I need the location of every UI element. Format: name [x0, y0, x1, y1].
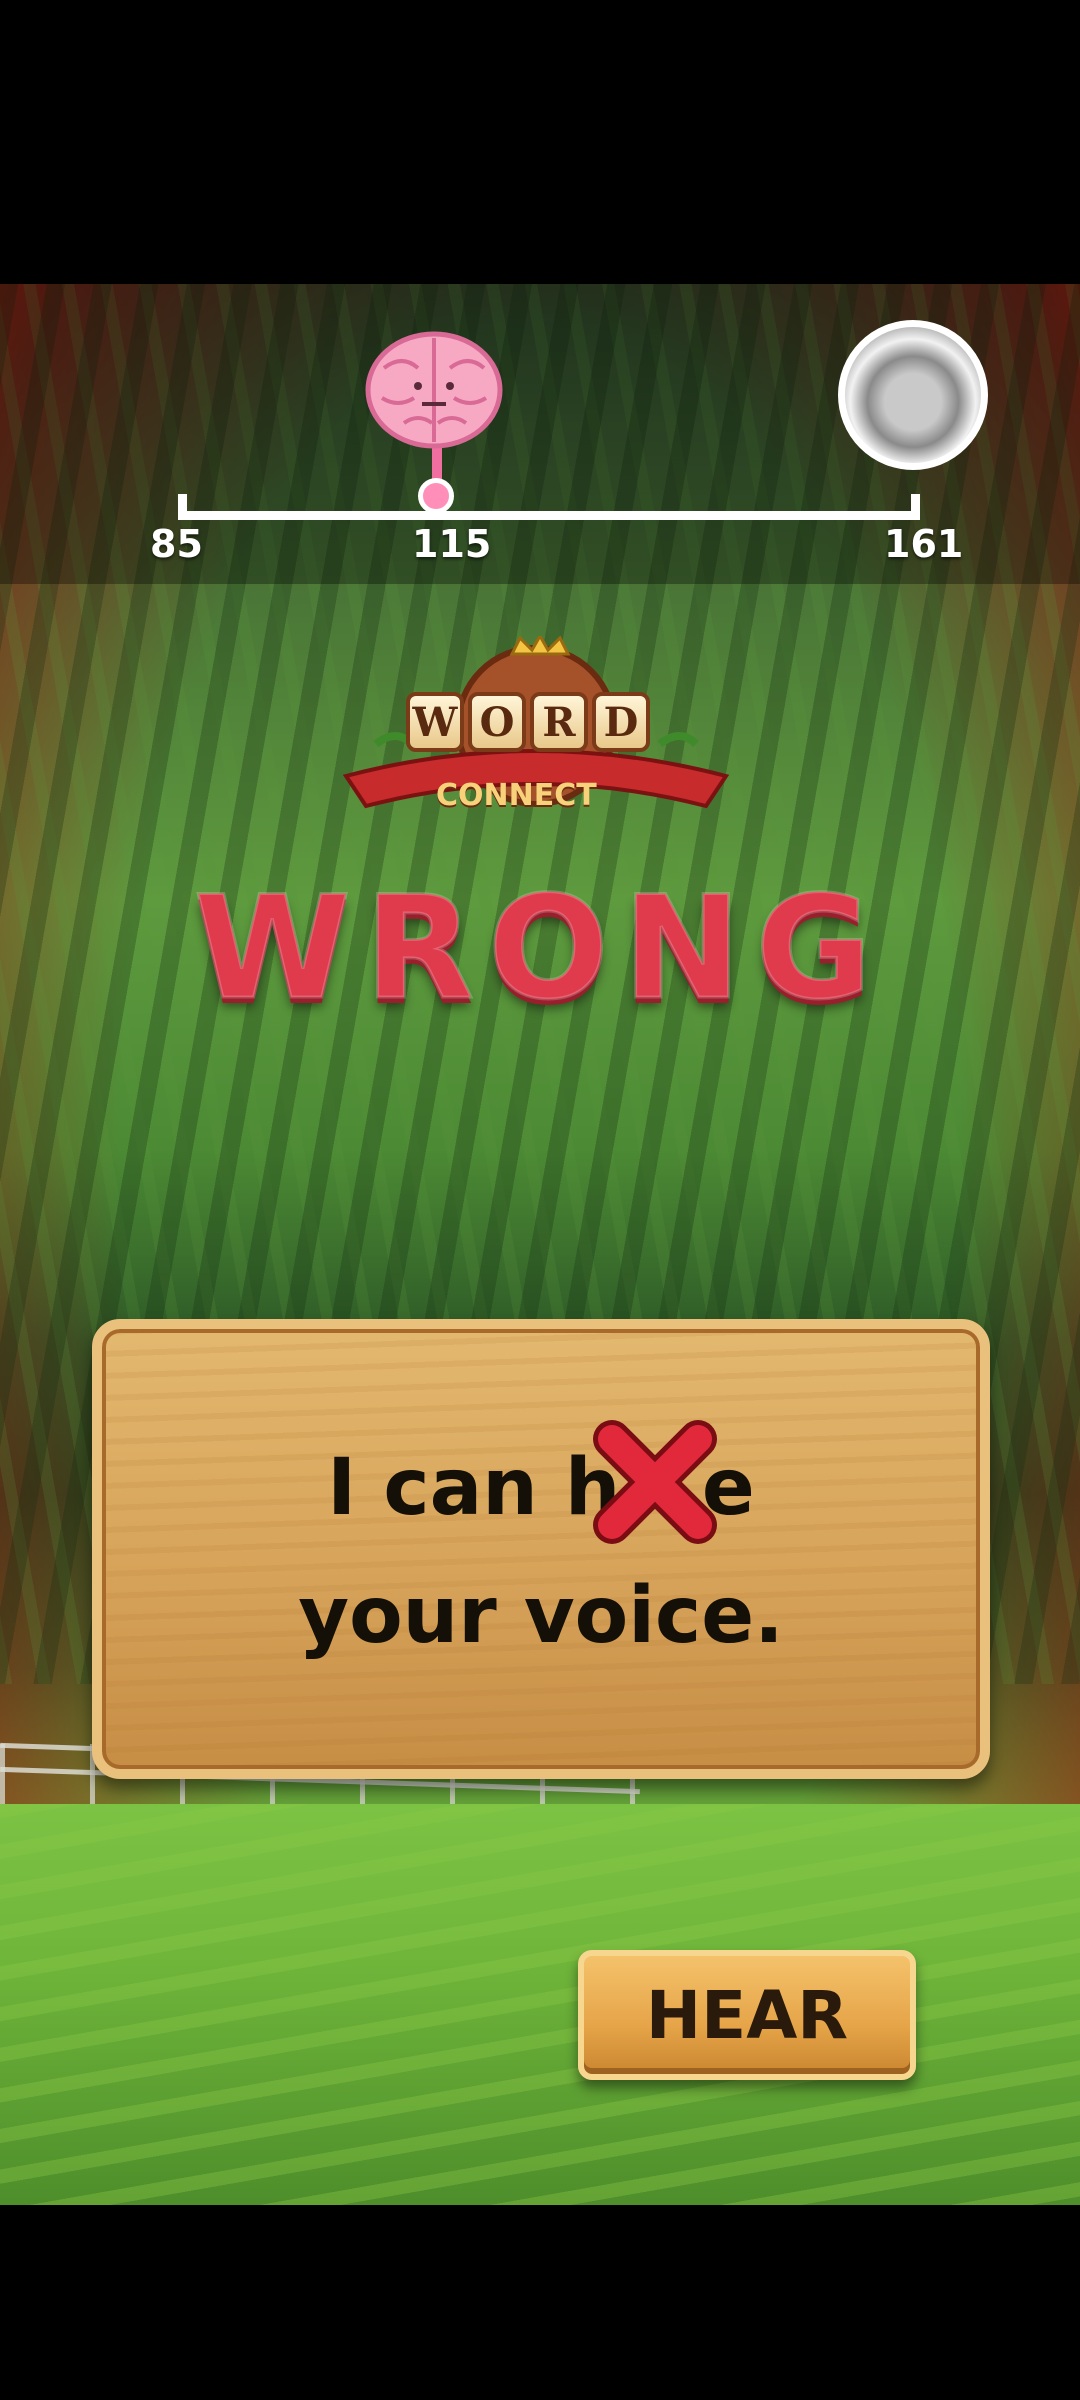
puzzle-board: I can h e your voice. — [92, 1319, 990, 1779]
logo-tile: O — [468, 692, 526, 752]
logo-tile: R — [530, 692, 588, 752]
top-letterbox — [0, 0, 1080, 284]
einstein-avatar — [838, 320, 988, 470]
progress-current-label: 115 — [412, 522, 492, 566]
progress-goal-label: 161 — [884, 522, 964, 566]
brain-icon — [365, 331, 503, 449]
game-scene: 85 115 161 W O R D CONNECT WRONG I can h… — [0, 284, 1080, 2205]
logo-subtitle: CONNECT — [436, 778, 597, 813]
progress-marker — [418, 478, 454, 514]
progress-start-label: 85 — [150, 522, 203, 566]
word-connect-logo: W O R D CONNECT — [336, 636, 736, 836]
logo-tile: W — [406, 692, 464, 752]
progress-track — [178, 494, 920, 520]
puzzle-line-2: your voice. — [298, 1571, 784, 1661]
logo-tile: D — [592, 692, 650, 752]
meadow-background — [0, 1804, 1080, 2205]
puzzle-line-1: I can h e — [327, 1443, 755, 1533]
logo-word-tiles: W O R D — [406, 692, 650, 752]
wrong-x-icon — [593, 1420, 717, 1544]
puzzle-text: I can h e your voice. — [102, 1424, 980, 1680]
bottom-letterbox — [0, 2205, 1080, 2400]
hear-button[interactable]: HEAR — [578, 1950, 916, 2080]
result-title: WRONG — [192, 865, 887, 1033]
